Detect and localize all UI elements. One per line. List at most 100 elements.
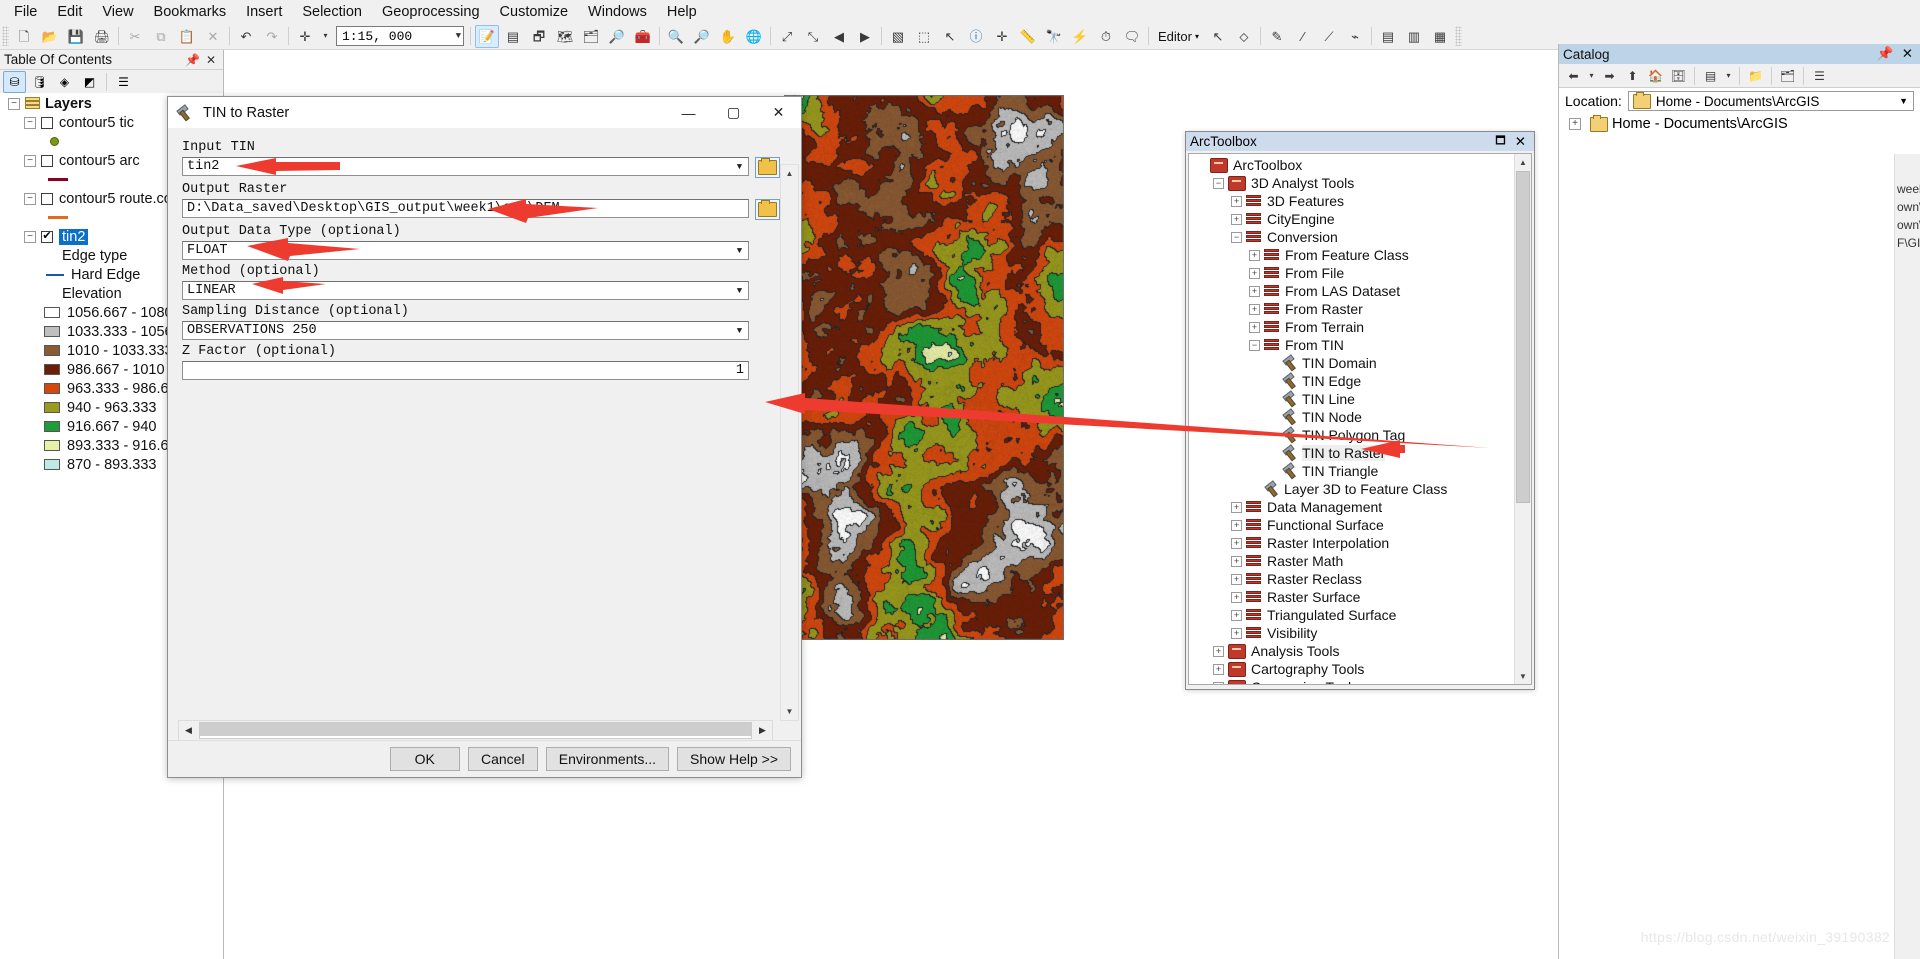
toolbox-tree-item[interactable]: TIN to Raster xyxy=(1189,444,1531,462)
chevron-down-icon[interactable]: ▼ xyxy=(731,242,748,259)
edit-tool-icon[interactable]: ↖ xyxy=(1206,25,1230,48)
close-icon[interactable]: ✕ xyxy=(756,98,801,128)
arctoolbox-scrollbar[interactable]: ▲ ▼ xyxy=(1514,154,1531,684)
expand-icon[interactable]: + xyxy=(1231,519,1242,531)
select-elements-icon[interactable]: ↖ xyxy=(938,25,962,48)
catalog-tree-root[interactable]: + Home - Documents\ArcGIS xyxy=(1559,114,1920,134)
expand-icon[interactable]: + xyxy=(1231,573,1242,585)
cut-icon[interactable]: ✂ xyxy=(123,25,147,48)
toolbox-tree-item[interactable]: TIN Polygon Tag xyxy=(1189,426,1531,444)
layer-visibility-checkbox[interactable] xyxy=(41,154,53,167)
toolbox-tree-item[interactable]: +3D Features xyxy=(1189,192,1531,210)
editor-toolbar-icon[interactable]: 📝 xyxy=(475,24,499,48)
menu-item-insert[interactable]: Insert xyxy=(236,2,292,22)
pin-icon[interactable]: 📌 xyxy=(1872,46,1899,62)
collapse-icon[interactable]: − xyxy=(1213,177,1224,189)
cancel-button[interactable]: Cancel xyxy=(467,747,538,771)
pin-icon[interactable]: 📌 xyxy=(182,53,203,67)
dialog-horizontal-scrollbar[interactable]: ◀ ▶ xyxy=(178,720,773,741)
toolbox-tree-item[interactable]: TIN Domain xyxy=(1189,354,1531,372)
toolbox-tree-icon[interactable]: 🗂 xyxy=(1777,66,1798,86)
expand-icon[interactable]: + xyxy=(1249,285,1260,297)
add-data-dropdown-icon[interactable]: ▾ xyxy=(319,25,332,48)
tin-map-render[interactable] xyxy=(784,95,1064,640)
menu-item-selection[interactable]: Selection xyxy=(292,2,372,22)
back-icon[interactable]: ⬅ xyxy=(1563,66,1584,86)
toolbox-tree-item[interactable]: ArcToolbox xyxy=(1189,156,1531,174)
field-input[interactable]: FLOAT ▼ xyxy=(182,241,749,260)
chevron-down-icon[interactable]: ▼ xyxy=(731,158,748,175)
toolbox-tree-item[interactable]: + Raster Reclass xyxy=(1189,570,1531,588)
clear-selection-icon[interactable]: ⬚ xyxy=(912,25,936,48)
toolbox-tree-item[interactable]: + Raster Interpolation xyxy=(1189,534,1531,552)
collapse-icon[interactable]: − xyxy=(24,154,36,167)
undo-icon[interactable]: ↶ xyxy=(234,25,258,48)
scroll-left-icon[interactable]: ◀ xyxy=(179,725,198,736)
collapse-icon[interactable]: − xyxy=(1249,339,1260,351)
model-builder-icon[interactable]: 🗺 xyxy=(553,25,577,48)
go-next-extent-icon[interactable]: ▶ xyxy=(853,25,877,48)
attributes-icon[interactable]: ▤ xyxy=(1376,25,1400,48)
identify-icon[interactable]: ⓘ xyxy=(964,25,988,48)
toolbox-tree-item[interactable]: TIN Node xyxy=(1189,408,1531,426)
collapse-icon[interactable]: − xyxy=(8,97,20,110)
new-file-icon[interactable]: 🗋 xyxy=(12,25,36,48)
scrollbar-thumb[interactable] xyxy=(1516,171,1530,503)
zoom-in-icon[interactable]: 🔍 xyxy=(664,25,688,48)
map-scale-combo[interactable]: 1:15, 000 ▼ xyxy=(336,26,464,46)
zoom-out-icon[interactable]: 🔎 xyxy=(690,25,714,48)
toolbox-tree-item[interactable]: + Conversion Tools xyxy=(1189,678,1531,684)
up-one-level-icon[interactable]: ⬆ xyxy=(1622,66,1643,86)
snapping-icon[interactable]: ⌁ xyxy=(1343,25,1367,48)
save-icon[interactable]: 💾 xyxy=(64,25,88,48)
connect-to-folder-icon[interactable]: 📁 xyxy=(1745,66,1766,86)
expand-icon[interactable]: + xyxy=(1213,681,1224,684)
expand-icon[interactable]: + xyxy=(1249,249,1260,261)
scroll-down-icon[interactable]: ▼ xyxy=(1515,668,1531,684)
time-slider-icon[interactable]: ⏱ xyxy=(1094,25,1118,48)
delete-icon[interactable]: ✕ xyxy=(201,25,225,48)
zoom-out-fixed-icon[interactable]: ⤡ xyxy=(801,25,825,48)
toolbox-tree-item[interactable]: − Conversion xyxy=(1189,228,1531,246)
toolbox-tree-item[interactable]: TIN Edge xyxy=(1189,372,1531,390)
toolbox-tree-item[interactable]: + Raster Math xyxy=(1189,552,1531,570)
chevron-down-icon[interactable]: ▼ xyxy=(731,322,748,339)
toolbox-window-icon[interactable]: 🧰 xyxy=(631,25,655,48)
layer-visibility-checkbox[interactable] xyxy=(41,116,53,129)
search-window-icon[interactable]: 🔎 xyxy=(605,25,629,48)
toolbox-tree-item[interactable]: + Analysis Tools xyxy=(1189,642,1531,660)
toolbox-tree-item[interactable]: + From LAS Dataset xyxy=(1189,282,1531,300)
print-icon[interactable]: 🖨 xyxy=(90,25,114,48)
edit-vertices-icon[interactable]: ⬦ xyxy=(1232,25,1256,48)
toolbar-grip-2[interactable] xyxy=(1454,26,1462,46)
pan-icon[interactable]: ✋ xyxy=(716,25,740,48)
menu-item-view[interactable]: View xyxy=(92,2,143,22)
add-data-icon[interactable]: ✛ xyxy=(293,25,317,48)
measure-icon[interactable]: 📏 xyxy=(1016,25,1040,48)
toolbox-tree-item[interactable]: + Visibility xyxy=(1189,624,1531,642)
toolbox-tree-item[interactable]: + Triangulated Surface xyxy=(1189,606,1531,624)
toolbox-tree-item[interactable]: + CityEngine xyxy=(1189,210,1531,228)
select-features-icon[interactable]: ▧ xyxy=(886,25,910,48)
trace-tool-icon[interactable]: ⟋ xyxy=(1317,25,1341,48)
environments-button[interactable]: Environments... xyxy=(545,747,670,771)
default-geodatabase-icon[interactable]: 🗄 xyxy=(1668,66,1689,86)
toggle-contents-panel-icon[interactable]: ▤ xyxy=(1700,66,1721,86)
expand-icon[interactable]: + xyxy=(1569,118,1581,130)
toolbox-tree-item[interactable]: + From Feature Class xyxy=(1189,246,1531,264)
expand-icon[interactable]: + xyxy=(1231,591,1242,603)
table-icon[interactable]: ▤ xyxy=(501,25,525,48)
field-input[interactable]: D:\Data_saved\Desktop\GIS_output\week1\e… xyxy=(182,199,749,218)
sketch-properties-icon[interactable]: ▥ xyxy=(1402,25,1426,48)
toolbox-tree-item[interactable]: − From TIN xyxy=(1189,336,1531,354)
collapse-icon[interactable]: − xyxy=(24,230,36,243)
toolbox-tree-item[interactable]: + Raster Surface xyxy=(1189,588,1531,606)
construction-tool-icon[interactable]: ∕ xyxy=(1291,25,1315,48)
zoom-in-fixed-icon[interactable]: ⤢ xyxy=(775,25,799,48)
contents-dropdown-icon[interactable]: ▾ xyxy=(1723,66,1734,86)
expand-icon[interactable]: + xyxy=(1249,267,1260,279)
scroll-down-icon[interactable]: ▼ xyxy=(781,703,798,720)
toolbar-grip[interactable] xyxy=(2,26,9,46)
collapse-icon[interactable]: − xyxy=(24,116,36,129)
python-window-icon[interactable]: 🗗 xyxy=(527,25,551,48)
